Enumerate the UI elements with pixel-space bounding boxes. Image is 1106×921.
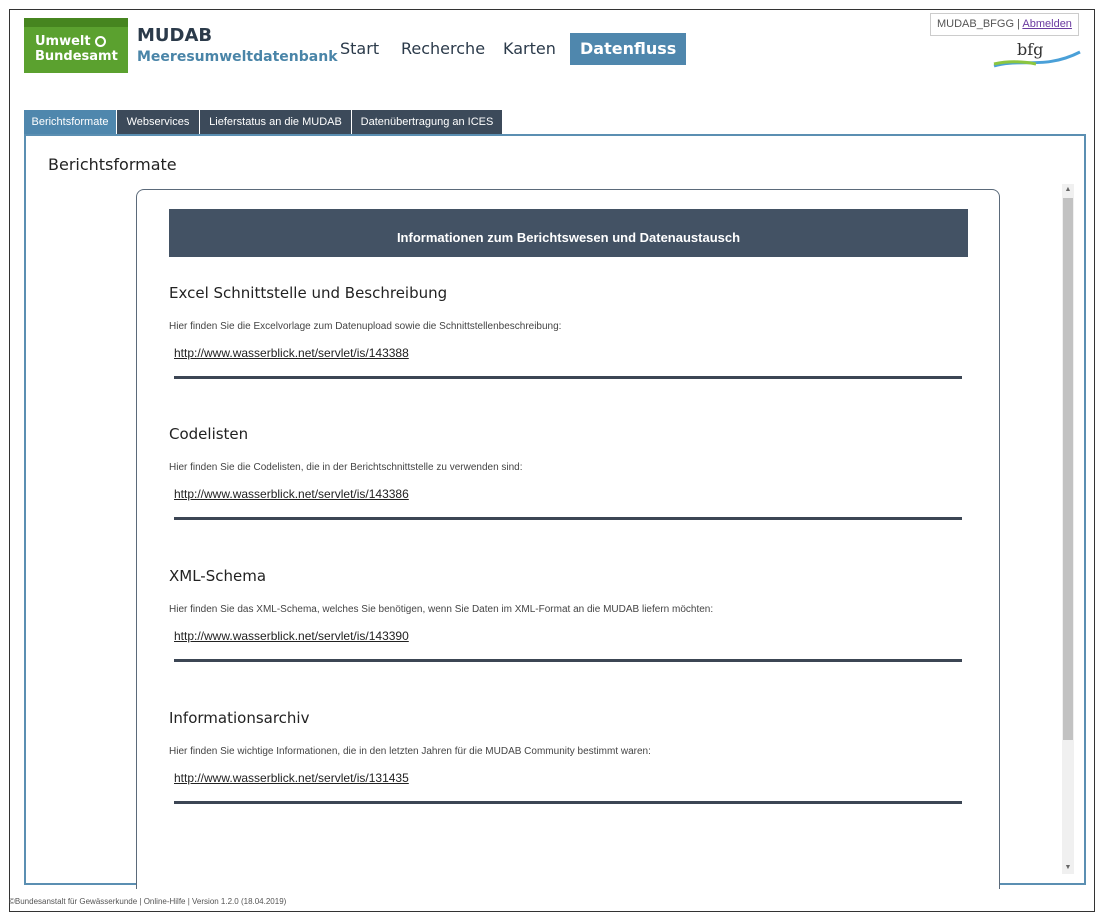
info-card: Informationen zum Berichtswesen und Date…	[136, 189, 1000, 889]
tab-lieferstatus[interactable]: Lieferstatus an die MUDAB	[200, 110, 352, 134]
section-divider	[174, 801, 962, 804]
brand-subtitle: Meeresumweltdatenbank	[137, 49, 338, 65]
section-link[interactable]: http://www.wasserblick.net/servlet/is/14…	[174, 346, 409, 360]
logout-link[interactable]: Abmelden	[1022, 18, 1072, 30]
user-box: MUDAB_BFGG | Abmelden	[930, 13, 1079, 36]
section-description: Hier finden Sie die Excelvorlage zum Dat…	[169, 321, 562, 332]
brand-title: MUDAB	[137, 25, 213, 46]
section-informationsarchiv: Informationsarchiv Hier finden Sie wicht…	[169, 709, 969, 804]
umweltbundesamt-logo[interactable]: Umwelt Bundesamt	[24, 18, 128, 73]
section-divider	[174, 659, 962, 662]
vertical-scrollbar[interactable]: ▲ ▼	[1062, 184, 1074, 874]
user-separator: |	[1017, 18, 1020, 30]
section-divider	[174, 517, 962, 520]
section-description: Hier finden Sie die Codelisten, die in d…	[169, 462, 523, 473]
username: MUDAB_BFGG	[937, 18, 1015, 30]
nav-karten[interactable]: Karten	[503, 33, 556, 65]
section-heading: XML-Schema	[169, 567, 267, 585]
section-link[interactable]: http://www.wasserblick.net/servlet/is/14…	[174, 629, 409, 643]
section-link[interactable]: http://www.wasserblick.net/servlet/is/14…	[174, 487, 409, 501]
logo-topbar	[24, 18, 128, 27]
nav-recherche[interactable]: Recherche	[401, 33, 485, 65]
section-description: Hier finden Sie das XML-Schema, welches …	[169, 604, 714, 615]
logo-line1: Umwelt	[35, 34, 106, 49]
section-xml-schema: XML-Schema Hier finden Sie das XML-Schem…	[169, 567, 969, 662]
scroll-down-icon[interactable]: ▼	[1062, 862, 1074, 874]
section-heading: Codelisten	[169, 425, 249, 443]
logo-line2: Bundesamt	[35, 49, 118, 64]
tab-webservices[interactable]: Webservices	[117, 110, 200, 134]
scroll-up-icon[interactable]: ▲	[1062, 184, 1074, 196]
section-heading: Excel Schnittstelle und Beschreibung	[169, 284, 448, 302]
globe-icon	[94, 36, 106, 47]
section-description: Hier finden Sie wichtige Informationen, …	[169, 746, 651, 757]
section-codelisten: Codelisten Hier finden Sie die Codeliste…	[169, 425, 969, 520]
bfg-logo[interactable]: bfg	[990, 40, 1082, 74]
nav-start[interactable]: Start	[340, 33, 379, 65]
page-title: Berichtsformate	[48, 155, 177, 174]
main-panel: Berichtsformate Informationen zum Berich…	[24, 134, 1086, 889]
card-header: Informationen zum Berichtswesen und Date…	[169, 209, 968, 257]
section-heading: Informationsarchiv	[169, 709, 310, 727]
brand[interactable]: MUDAB Meeresumweltdatenbank	[137, 27, 338, 67]
section-divider	[174, 376, 962, 379]
tab-berichtsformate[interactable]: Berichtsformate	[24, 110, 117, 134]
nav-datenfluss[interactable]: Datenfluss	[570, 33, 687, 65]
section-link[interactable]: http://www.wasserblick.net/servlet/is/13…	[174, 771, 409, 785]
scroll-thumb[interactable]	[1063, 198, 1073, 740]
section-excel: Excel Schnittstelle und Beschreibung Hie…	[169, 284, 969, 379]
wave-swoosh-icon	[993, 50, 1081, 68]
footer: ©Bundesanstalt für Gewässerkunde | Onlin…	[9, 897, 287, 906]
tab-datenuebertragung-ices[interactable]: Datenübertragung an ICES	[352, 110, 503, 134]
